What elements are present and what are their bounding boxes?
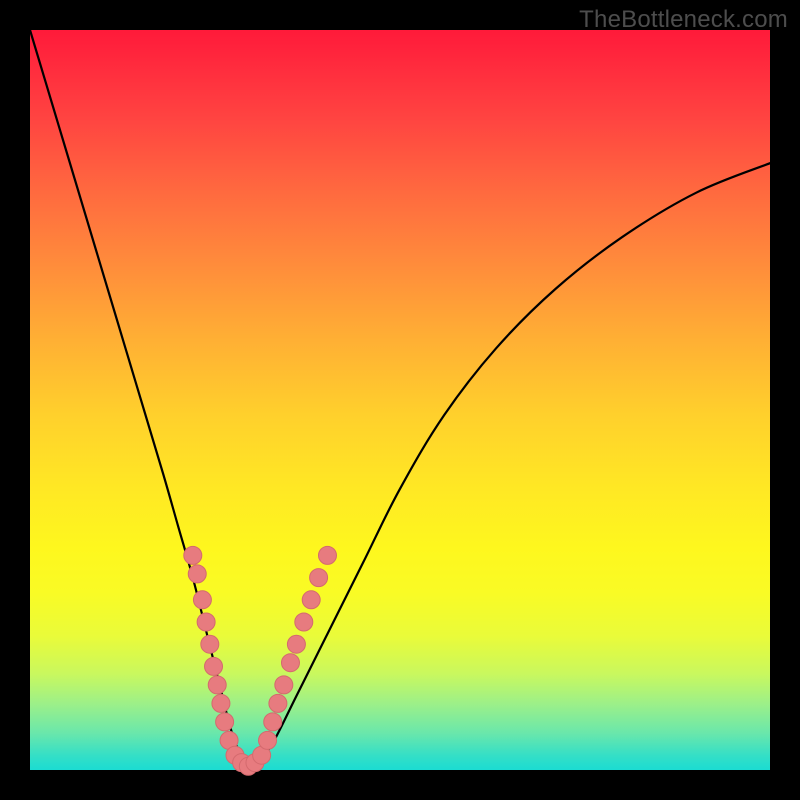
curve-marker <box>269 694 287 712</box>
curve-marker <box>212 694 230 712</box>
plot-area <box>30 30 770 770</box>
curve-marker <box>208 676 226 694</box>
curve-marker <box>193 591 211 609</box>
curve-marker <box>216 713 234 731</box>
curve-marker <box>310 569 328 587</box>
curve-marker <box>197 613 215 631</box>
curve-marker <box>287 635 305 653</box>
curve-marker <box>302 591 320 609</box>
bottleneck-curve-path <box>30 30 770 770</box>
attribution-text: TheBottleneck.com <box>579 6 788 34</box>
curve-marker <box>295 613 313 631</box>
curve-marker <box>205 657 223 675</box>
curve-marker <box>201 635 219 653</box>
curve-marker <box>188 565 206 583</box>
curve-marker <box>318 546 336 564</box>
curve-marker <box>259 731 277 749</box>
curve-layer <box>30 30 770 770</box>
curve-marker <box>281 654 299 672</box>
curve-marker <box>275 676 293 694</box>
curve-marker <box>264 713 282 731</box>
chart-frame: TheBottleneck.com <box>0 0 800 800</box>
curve-marker <box>184 546 202 564</box>
